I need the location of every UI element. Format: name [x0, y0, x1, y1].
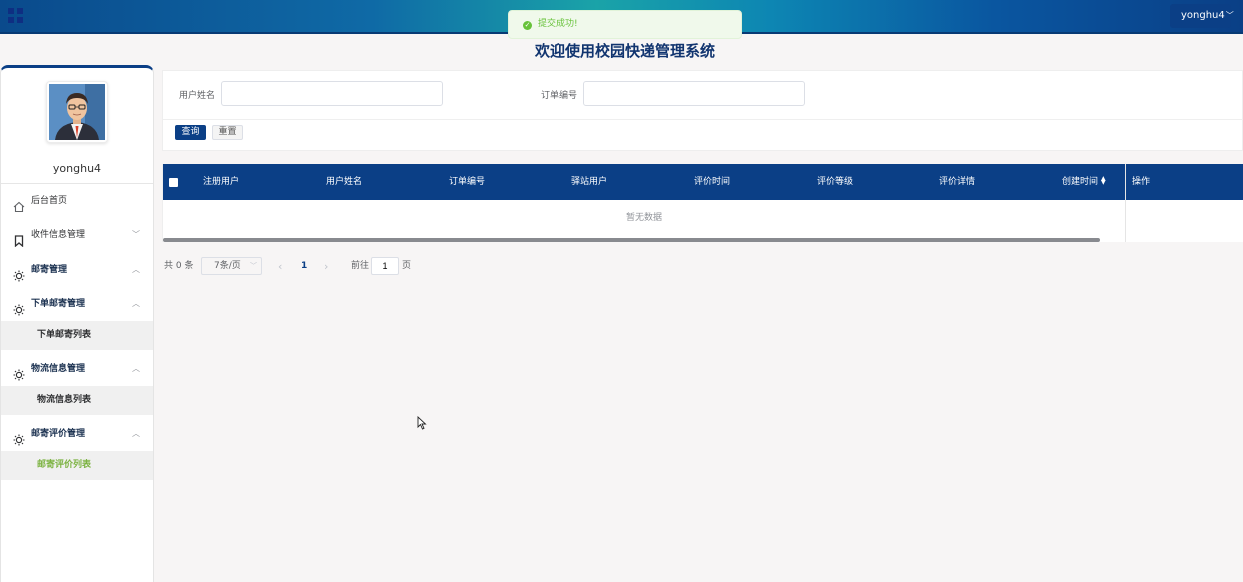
- menu-item-logistics[interactable]: 物流信息管理 ︿: [1, 353, 153, 385]
- submenu-item-review-list[interactable]: 邮寄评价列表: [1, 451, 153, 480]
- goto-page-input[interactable]: [371, 257, 399, 275]
- mouse-cursor-icon: [417, 415, 427, 433]
- page-number[interactable]: 1: [301, 248, 307, 285]
- form-divider: [163, 119, 1243, 120]
- sidebar-username: yonghu4: [52, 162, 102, 175]
- data-table: 注册用户 用户姓名 订单编号 驿站用户 评价时间 评价等级 评价详情 创建时间 ▲…: [162, 164, 1243, 242]
- chevron-up-icon: ︿: [132, 299, 140, 308]
- total-count: 共 0 条: [164, 261, 194, 271]
- user-dropdown-button[interactable]: yonghu4﹀: [1170, 4, 1234, 28]
- check-circle-icon: ✓: [523, 21, 532, 30]
- order-number-input[interactable]: [583, 81, 805, 106]
- submenu-item-label: 邮寄评价列表: [37, 460, 92, 470]
- toast-message: 提交成功!: [538, 19, 578, 29]
- submenu-item-logistics-list[interactable]: 物流信息列表: [1, 386, 153, 415]
- submenu-item-order-mail-list[interactable]: 下单邮寄列表: [1, 321, 153, 350]
- chevron-up-icon: ︿: [132, 265, 140, 274]
- table-header: 注册用户 用户姓名 订单编号 驿站用户 评价时间 评价等级 评价详情 创建时间 ▲…: [163, 164, 1243, 200]
- success-toast: ✓ 提交成功!: [508, 10, 742, 39]
- pagination: 共 0 条 7条/页 ﹀ ‹ 1 › 前往 页: [162, 248, 1243, 285]
- chevron-up-icon: ︿: [132, 364, 140, 373]
- sidebar: yonghu4 后台首页 收件信息管理 ﹀ 邮寄管理 ︿ 下单邮寄管理 ︿ 下单…: [0, 65, 154, 582]
- menu-item-dashboard[interactable]: 后台首页: [1, 185, 153, 217]
- column-header: 评价等级: [817, 177, 854, 187]
- menu-item-mail[interactable]: 邮寄管理 ︿: [1, 254, 153, 286]
- order-number-label: 订单编号: [541, 91, 578, 101]
- sun-icon: [13, 298, 25, 316]
- username-label: 用户姓名: [179, 91, 216, 101]
- prev-page-button[interactable]: ‹: [278, 248, 282, 285]
- user-dropdown-label: yonghu4: [1181, 10, 1225, 21]
- bookmark-icon: [13, 229, 25, 248]
- search-form: 用户姓名 订单编号 查询 重置: [162, 70, 1243, 151]
- menu-item-label: 后台首页: [31, 196, 68, 206]
- submenu-item-label: 下单邮寄列表: [37, 330, 92, 340]
- menu-item-label: 邮寄管理: [31, 265, 68, 275]
- select-all-checkbox[interactable]: [169, 178, 178, 187]
- sun-icon: [13, 363, 25, 381]
- menu-item-label: 下单邮寄管理: [31, 299, 86, 309]
- query-button[interactable]: 查询: [175, 125, 206, 140]
- page-size-select[interactable]: 7条/页 ﹀: [201, 257, 262, 275]
- chevron-up-icon: ︿: [132, 429, 140, 438]
- next-page-button[interactable]: ›: [324, 248, 328, 285]
- sun-icon: [13, 264, 25, 282]
- column-header: 注册用户: [203, 177, 240, 187]
- column-header: 评价时间: [694, 177, 731, 187]
- chevron-down-icon: ﹀: [1225, 11, 1234, 20]
- fixed-column-divider: [1125, 164, 1126, 242]
- avatar: [46, 81, 108, 143]
- username-input[interactable]: [221, 81, 443, 106]
- reset-button[interactable]: 重置: [212, 125, 243, 140]
- chevron-down-icon: ﹀: [132, 230, 140, 239]
- column-header: 驿站用户: [571, 177, 608, 187]
- empty-table-text: 暂无数据: [625, 213, 662, 223]
- sort-icon[interactable]: ▲ ▼: [1101, 176, 1106, 186]
- menu-item-label: 邮寄评价管理: [31, 429, 86, 439]
- page-suffix-label: 页: [402, 261, 412, 271]
- grid-menu-icon[interactable]: [8, 8, 23, 23]
- column-header: 评价详情: [939, 177, 976, 187]
- column-header-label: 创建时间: [1062, 177, 1099, 187]
- sun-icon: [13, 428, 25, 446]
- chevron-down-icon: ﹀: [250, 262, 257, 270]
- menu-item-label: 收件信息管理: [31, 230, 86, 240]
- menu-item-order-mail[interactable]: 下单邮寄管理 ︿: [1, 288, 153, 320]
- page-title: 欢迎使用校园快递管理系统: [534, 42, 715, 60]
- column-header: 订单编号: [449, 177, 486, 187]
- column-header: 操作: [1132, 177, 1151, 187]
- created-time-column-header[interactable]: 创建时间 ▲ ▼: [1062, 164, 1106, 200]
- menu-item-mail-review[interactable]: 邮寄评价管理 ︿: [1, 418, 153, 450]
- menu-item-label: 物流信息管理: [31, 364, 86, 374]
- horizontal-scrollbar[interactable]: [163, 238, 1100, 242]
- page-size-value: 7条/页: [214, 261, 241, 271]
- menu-item-receive-info[interactable]: 收件信息管理 ﹀: [1, 219, 153, 251]
- sidebar-divider: [1, 183, 153, 184]
- goto-label: 前往: [351, 261, 370, 271]
- column-header: 用户姓名: [326, 177, 363, 187]
- home-icon: [13, 195, 25, 213]
- submenu-item-label: 物流信息列表: [37, 395, 92, 405]
